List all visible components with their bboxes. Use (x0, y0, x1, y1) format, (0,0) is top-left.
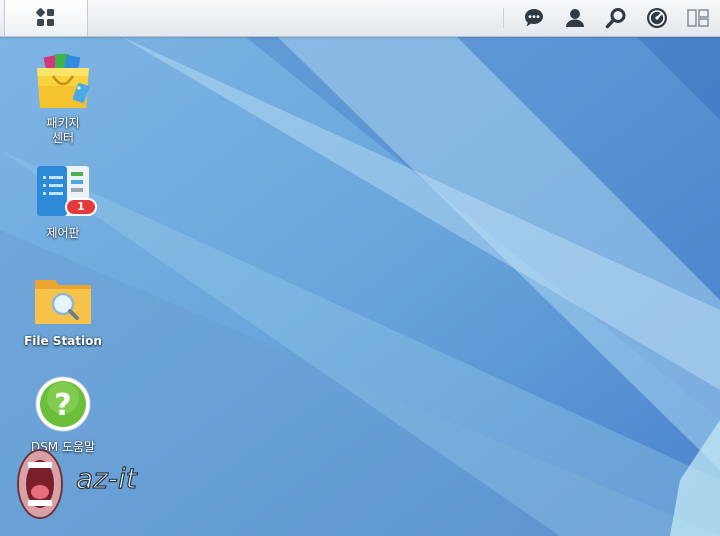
mouth-logo: az-it (17, 449, 138, 519)
shortcut-file-station[interactable]: File Station (8, 268, 118, 349)
desktop[interactable]: 패키지 센터 1 제어판 File Station ? DSM 도움말 az-i… (0, 0, 720, 536)
shortcut-label: 제어판 (46, 226, 80, 240)
shortcut-dsm-help[interactable]: ? DSM 도움말 (8, 374, 118, 455)
watermark-logo: az-it (14, 444, 204, 526)
search-icon[interactable] (604, 6, 628, 30)
chat-icon[interactable] (522, 6, 546, 30)
notification-badge: 1 (65, 198, 97, 216)
shortcut-control-panel[interactable]: 1 제어판 (8, 160, 118, 241)
grid-icon (36, 8, 54, 26)
file-station-icon (35, 280, 91, 324)
package-center-icon (37, 54, 90, 108)
taskbar (0, 0, 720, 37)
svg-text:az-it: az-it (76, 462, 138, 495)
shortcut-package-center[interactable]: 패키지 센터 (8, 50, 118, 146)
shortcut-label: File Station (24, 334, 102, 348)
taskbar-separator (503, 8, 504, 28)
user-icon[interactable] (563, 6, 587, 30)
dsm-help-icon: ? (35, 376, 91, 432)
main-menu-button[interactable] (4, 0, 88, 36)
widgets-icon[interactable] (686, 6, 710, 30)
shortcut-label: 패키지 센터 (46, 116, 80, 145)
dashboard-icon[interactable] (645, 6, 669, 30)
svg-text:?: ? (54, 388, 71, 423)
